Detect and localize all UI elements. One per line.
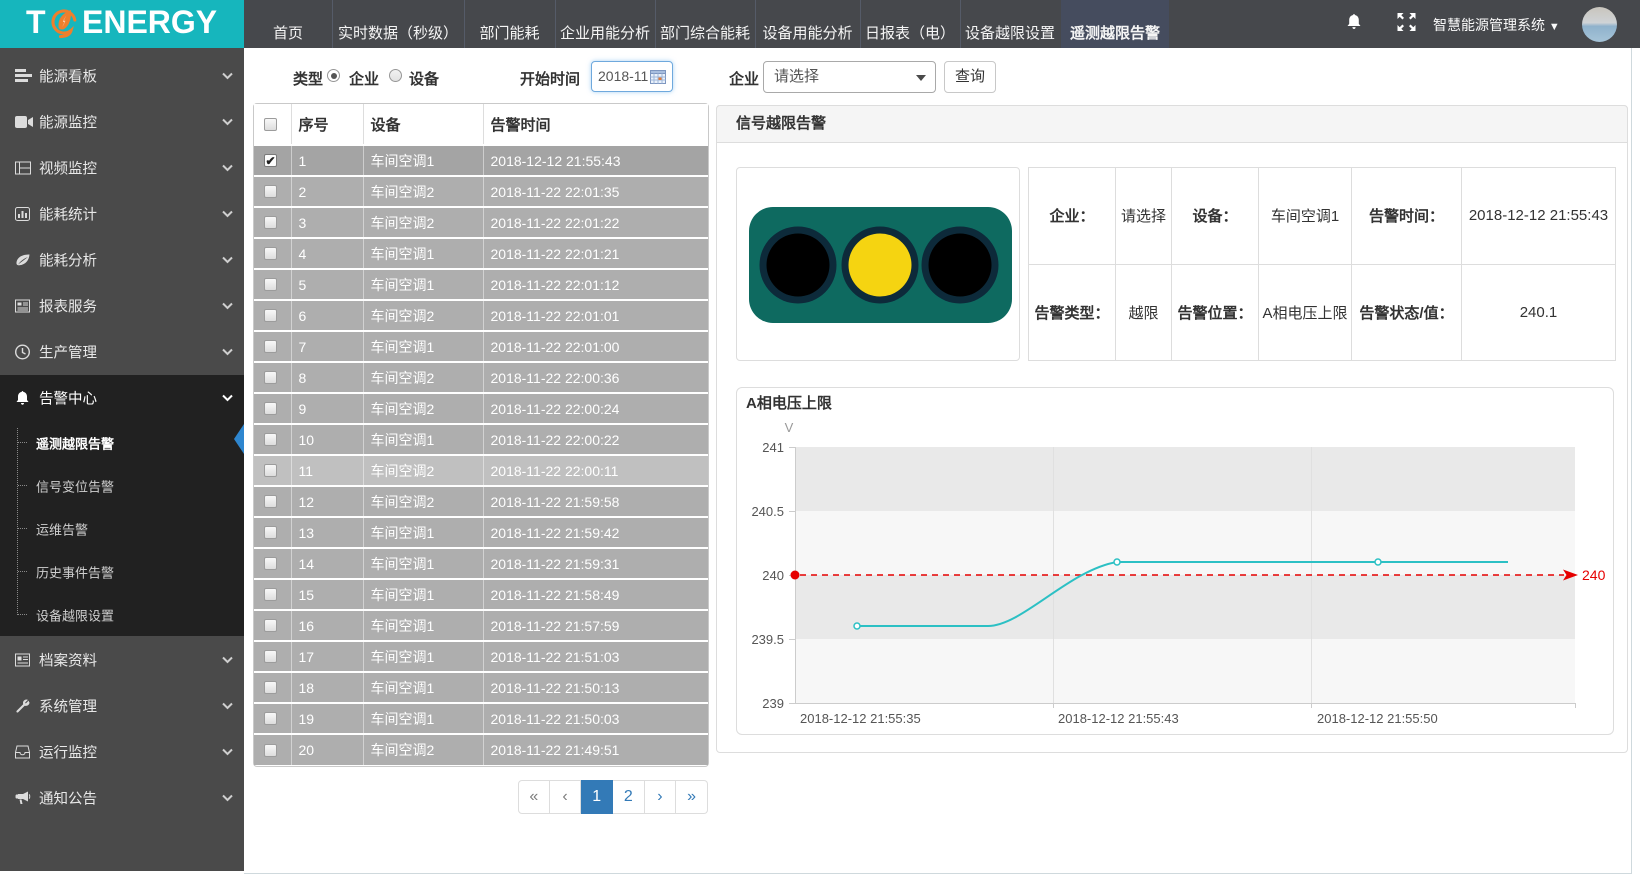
svg-text:240: 240 bbox=[762, 568, 784, 583]
svg-text:241: 241 bbox=[762, 440, 784, 455]
svg-text:239: 239 bbox=[762, 696, 784, 711]
svg-text:240.5: 240.5 bbox=[751, 504, 784, 519]
svg-text:2018-12-12 21:55:43: 2018-12-12 21:55:43 bbox=[1058, 711, 1179, 726]
svg-text:V: V bbox=[785, 420, 794, 435]
svg-text:239.5: 239.5 bbox=[751, 632, 784, 647]
svg-text:2018-12-12 21:55:50: 2018-12-12 21:55:50 bbox=[1317, 711, 1438, 726]
svg-text:240: 240 bbox=[1582, 567, 1606, 583]
svg-text:2018-12-12 21:55:35: 2018-12-12 21:55:35 bbox=[800, 711, 921, 726]
